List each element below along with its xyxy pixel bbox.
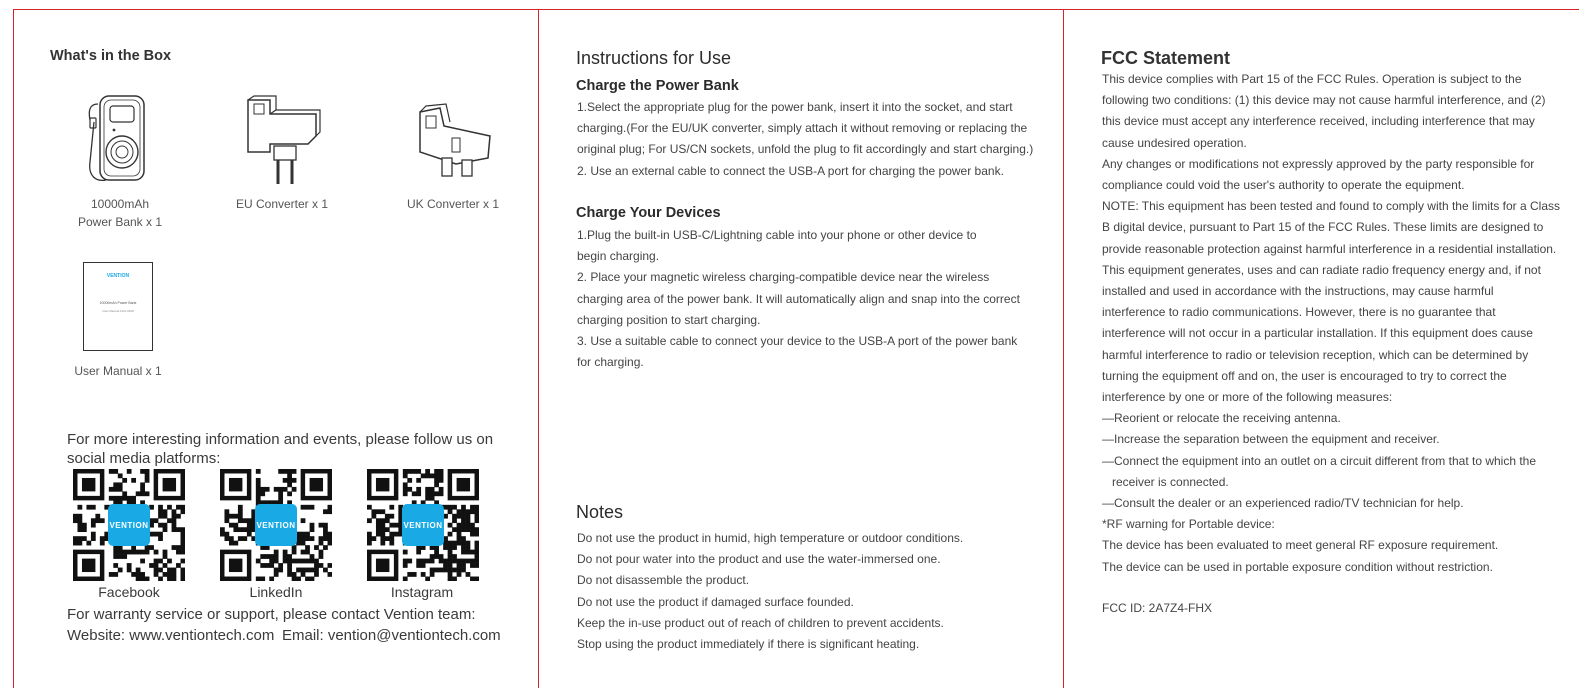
text-line: 2. Use an external cable to connect the … (577, 163, 1004, 178)
box-title: What's in the Box (50, 48, 172, 64)
fcc-line: NOTE: This equipment has been tested and… (1102, 199, 1561, 214)
fcc-line: Any changes or modifications not express… (1102, 156, 1535, 171)
manual-title: 10000mAh Power Bank (99, 301, 137, 305)
fcc-title: FCC Statement (1101, 48, 1231, 68)
social-intro: For more interesting information and eve… (67, 431, 494, 467)
manual-brand: VENTION (106, 273, 130, 279)
note-line: Stop using the product immediately if th… (577, 637, 920, 652)
fcc-line: B digital device, pursuant to Part 15 of… (1102, 220, 1544, 235)
note-line: Do not pour water into the product and u… (577, 552, 941, 567)
fcc-line: The device can be used in portable expos… (1102, 559, 1493, 574)
linkedin-qr-code[interactable]: VENTION (220, 469, 333, 582)
vention-logo-badge: VENTION (108, 504, 150, 546)
text-line: charging position to start charging. (577, 312, 761, 327)
fcc-line: *RF warning for Portable device: (1102, 517, 1275, 532)
email-text: Email: vention@ventiontech.com (282, 627, 501, 644)
fcc-line: installed and used in accordance with th… (1102, 284, 1494, 299)
manual-subtitle: User Manual FHX-0108 (102, 309, 134, 313)
charge-bank-title: Charge the Power Bank (576, 78, 739, 94)
fcc-line: following two conditions: (1) this devic… (1102, 93, 1546, 108)
text-line: 1.Plug the built-in USB-C/Lightning cabl… (577, 228, 977, 242)
fcc-line: cause undesired operation. (1102, 135, 1247, 150)
fcc-line: interference to radio communications. Ho… (1102, 305, 1496, 320)
vention-logo-badge: VENTION (255, 504, 297, 546)
eu-converter-caption: EU Converter x 1 (235, 197, 329, 211)
text-line: 3. Use a suitable cable to connect your … (577, 334, 1018, 349)
fcc-line: —Reorient or relocate the receiving ante… (1102, 411, 1341, 426)
fcc-line: interference will not occur in a particu… (1102, 326, 1533, 341)
fcc-line: The device has been evaluated to meet ge… (1102, 538, 1499, 553)
instagram-qr-code[interactable]: VENTION (367, 469, 480, 582)
text-line: charging area of the power bank. It will… (577, 291, 1020, 306)
fcc-line: This equipment generates, uses and can r… (1102, 262, 1541, 277)
text-line: 2. Place your magnetic wireless charging… (577, 270, 990, 285)
notes-text: Do not use the product in humid, high te… (577, 528, 1057, 655)
power-bank-caption-line1: 10000mAh (90, 197, 150, 211)
user-manual-caption: User Manual x 1 (74, 364, 162, 378)
charge-bank-text: 1.Select the appropriate plug for the po… (577, 97, 1057, 182)
power-bank-icon (88, 95, 145, 182)
fcc-text: This device complies with Part 15 of the… (1102, 69, 1576, 578)
charge-devices-text: 1.Plug the built-in USB-C/Lightning cabl… (577, 225, 1057, 373)
linkedin-label: LinkedIn (249, 584, 303, 600)
fcc-line: —Consult the dealer or an experienced ra… (1102, 496, 1464, 511)
fcc-line: interference by one or more of the follo… (1102, 390, 1393, 405)
website-text: Website: www.ventiontech.com (67, 627, 275, 644)
notes-title: Notes (576, 502, 624, 522)
text-line: charging.(For the EU/UK converter, simpl… (577, 121, 1028, 136)
power-bank-caption-line2: Power Bank x 1 (77, 215, 163, 229)
note-line: Do not use the product if damaged surfac… (577, 594, 854, 609)
text-line: begin charging. (577, 249, 660, 264)
note-line: Do not disassemble the product. (577, 573, 750, 588)
text-line: 1.Select the appropriate plug for the po… (577, 100, 1013, 114)
text-line: for charging. (577, 355, 644, 370)
fcc-line: —Connect the equipment into an outlet on… (1102, 453, 1537, 468)
fcc-line: compliance could void the user's authori… (1102, 178, 1465, 193)
note-line: Do not use the product in humid, high te… (577, 531, 964, 545)
instructions-title: Instructions for Use (576, 48, 732, 68)
fcc-panel: FCC Statement This device complies with … (1064, 0, 1579, 688)
support-text: For warranty service or support, please … (67, 606, 476, 623)
fcc-line: —Increase the separation between the equ… (1102, 432, 1440, 447)
facebook-label: Facebook (98, 584, 160, 600)
fcc-line: turning the equipment off and on, the us… (1102, 368, 1507, 383)
manual-icon: VENTION 10000mAh Power Bank User Manual … (83, 262, 153, 351)
eu-plug-icon (247, 95, 321, 184)
fcc-line: harmful interference to radio or televis… (1102, 347, 1529, 362)
fcc-line: provide reasonable protection against ha… (1102, 241, 1557, 256)
fcc-id: FCC ID: 2A7Z4-FHX (1102, 601, 1213, 615)
fcc-line: receiver is connected. (1112, 474, 1229, 489)
facebook-qr-code[interactable]: VENTION (73, 469, 186, 582)
uk-plug-icon (419, 103, 491, 177)
text-line: original plug; For US/CN sockets, unfold… (577, 142, 1034, 157)
box-panel: What's in the Box 10000mAh Power Bank x … (0, 0, 538, 688)
fcc-line: This device complies with Part 15 of the… (1102, 72, 1522, 86)
uk-converter-caption: UK Converter x 1 (406, 197, 500, 211)
note-line: Keep the in-use product out of reach of … (577, 615, 944, 630)
fcc-line: this device must accept any interference… (1102, 114, 1535, 129)
instructions-panel: Instructions for Use Charge the Power Ba… (539, 0, 1063, 688)
instagram-label: Instagram (390, 584, 454, 600)
power-bank-caption: 10000mAh Power Bank x 1 (60, 195, 180, 231)
charge-devices-title: Charge Your Devices (576, 205, 721, 221)
vention-logo-badge: VENTION (402, 504, 444, 546)
